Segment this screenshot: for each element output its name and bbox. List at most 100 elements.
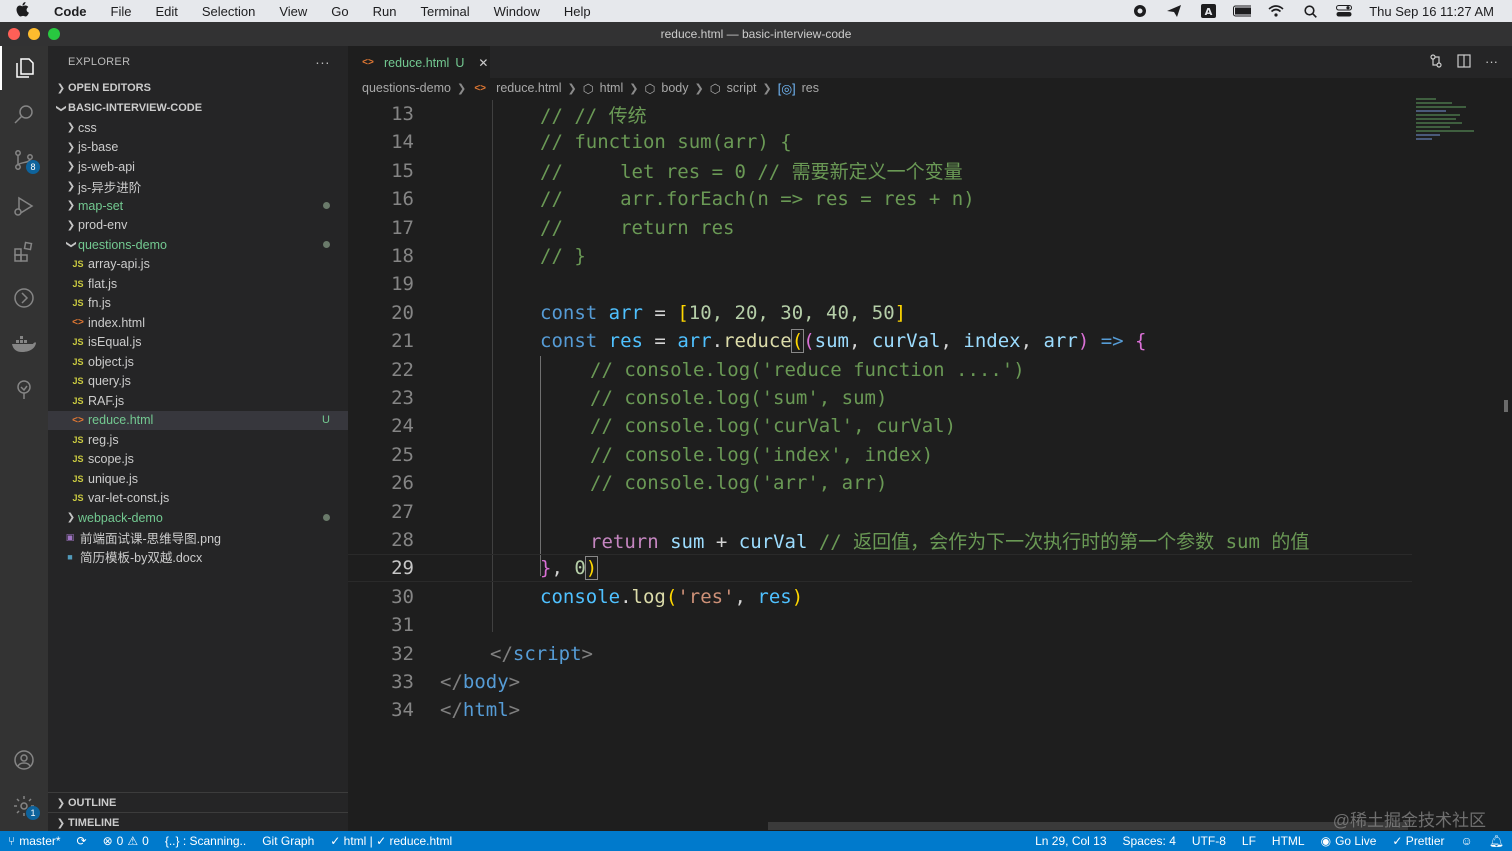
menu-window[interactable]: Window xyxy=(482,4,552,19)
run-debug-activity-icon[interactable] xyxy=(0,184,48,228)
folder-item[interactable]: ❯ map-set xyxy=(48,196,348,216)
accounts-activity-icon[interactable] xyxy=(0,738,48,782)
wifi-icon[interactable] xyxy=(1267,4,1285,18)
menu-view[interactable]: View xyxy=(267,4,319,19)
menu-clock[interactable]: Thu Sep 16 11:27 AM xyxy=(1369,4,1494,19)
code-token: ] xyxy=(894,301,907,324)
html-validation-status[interactable]: ✓ html | ✓ reduce.html xyxy=(322,834,460,848)
file-item[interactable]: JS array-api.js xyxy=(48,255,348,275)
sync-icon[interactable]: ⟳ xyxy=(69,834,95,848)
file-label: unique.js xyxy=(88,471,139,486)
file-item[interactable]: JS isEqual.js xyxy=(48,333,348,353)
encoding-status[interactable]: UTF-8 xyxy=(1184,834,1234,848)
scrollbar-thumb[interactable] xyxy=(1504,400,1508,412)
git-graph-button[interactable]: Git Graph xyxy=(254,834,322,848)
control-center-icon[interactable] xyxy=(1335,4,1353,18)
word-document-icon: ■ xyxy=(67,551,73,562)
indentation-status[interactable]: Spaces: 4 xyxy=(1115,834,1184,848)
breadcrumb-item[interactable]: script xyxy=(727,81,757,95)
minimap[interactable] xyxy=(1416,98,1478,162)
explorer-more-actions-icon[interactable]: ··· xyxy=(315,54,330,70)
file-item[interactable]: <> index.html xyxy=(48,313,348,333)
go-live-button[interactable]: ◉ Go Live xyxy=(1313,834,1385,848)
more-actions-icon[interactable]: ··· xyxy=(1485,54,1498,71)
timeline-section[interactable]: ❯ TIMELINE xyxy=(48,812,348,833)
menu-selection[interactable]: Selection xyxy=(190,4,267,19)
file-item[interactable]: JS scope.js xyxy=(48,450,348,470)
file-item[interactable]: JS RAF.js xyxy=(48,391,348,411)
code-text: // } xyxy=(540,245,586,267)
file-item[interactable]: JS var-let-const.js xyxy=(48,489,348,509)
folder-item[interactable]: ❯ prod-env xyxy=(48,216,348,236)
tab-reduce-html[interactable]: <> reduce.html U ✕ xyxy=(348,46,490,78)
outline-section[interactable]: ❯ OUTLINE xyxy=(48,792,348,813)
folder-item[interactable]: ❯ webpack-demo xyxy=(48,508,348,528)
file-item[interactable]: JS query.js xyxy=(48,372,348,392)
zoom-window-button[interactable] xyxy=(48,28,60,40)
feedback-icon[interactable]: ☺ xyxy=(1453,834,1481,848)
eol-status[interactable]: LF xyxy=(1234,834,1264,848)
scanning-status[interactable]: {..} : Scanning.. xyxy=(157,834,254,848)
vertical-scrollbar[interactable] xyxy=(1498,100,1512,800)
folder-item-open[interactable]: ❯ questions-demo xyxy=(48,235,348,255)
file-item[interactable]: JS flat.js xyxy=(48,274,348,294)
menu-app-name[interactable]: Code xyxy=(44,4,99,19)
menu-go[interactable]: Go xyxy=(319,4,360,19)
record-icon[interactable] xyxy=(1131,4,1149,18)
line-number: 17 xyxy=(391,216,414,239)
explorer-activity-icon[interactable] xyxy=(0,46,48,90)
file-item[interactable]: ■ 简历模板-by双越.docx xyxy=(48,547,348,567)
docker-activity-icon[interactable] xyxy=(0,322,48,366)
extensions-activity-icon[interactable] xyxy=(0,230,48,274)
horizontal-scrollbar[interactable] xyxy=(768,822,1408,830)
split-editor-icon[interactable] xyxy=(1457,54,1471,71)
folder-item[interactable]: ❯ js-异步进阶 xyxy=(48,177,348,197)
file-item[interactable]: JS unique.js xyxy=(48,469,348,489)
input-source-icon[interactable]: A xyxy=(1199,4,1217,18)
chevron-right-icon: ❯ xyxy=(66,219,76,231)
breadcrumb-item[interactable]: questions-demo xyxy=(362,81,451,95)
notifications-bell-icon[interactable]: 🔔︎ xyxy=(1481,834,1512,848)
minimize-window-button[interactable] xyxy=(28,28,40,40)
battery-icon[interactable] xyxy=(1233,4,1252,18)
menu-terminal[interactable]: Terminal xyxy=(409,4,482,19)
search-activity-icon[interactable] xyxy=(0,92,48,136)
problems-status[interactable]: ⊗ 0 ⚠ 0 xyxy=(95,834,157,848)
spotlight-search-icon[interactable] xyxy=(1301,4,1319,18)
breadcrumb-item[interactable]: body xyxy=(661,81,688,95)
line-number: 34 xyxy=(391,699,414,722)
timeline-activity-icon[interactable] xyxy=(0,276,48,320)
language-mode[interactable]: HTML xyxy=(1264,834,1313,848)
source-control-activity-icon[interactable]: 8 xyxy=(0,138,48,182)
open-editors-section[interactable]: ❯ OPEN EDITORS xyxy=(48,78,348,98)
window-controls xyxy=(8,28,60,40)
breadcrumb-item[interactable]: html xyxy=(600,81,624,95)
file-item-selected[interactable]: <> reduce.html U xyxy=(48,410,348,430)
chevron-right-icon: ❯ xyxy=(56,817,66,829)
file-item[interactable]: JS reg.js xyxy=(48,430,348,450)
code-text: // function sum(arr) { xyxy=(540,131,792,154)
close-window-button[interactable] xyxy=(8,28,20,40)
open-changes-icon[interactable] xyxy=(1429,54,1443,71)
apple-menu-icon[interactable] xyxy=(0,2,44,20)
menu-file[interactable]: File xyxy=(99,4,144,19)
close-tab-icon[interactable]: ✕ xyxy=(478,56,488,70)
folder-item[interactable]: ❯ js-web-api xyxy=(48,157,348,177)
send-icon[interactable] xyxy=(1165,4,1183,18)
folder-item[interactable]: ❯ js-base xyxy=(48,138,348,158)
breadcrumb-item[interactable]: reduce.html xyxy=(496,81,561,95)
cursor-position[interactable]: Ln 29, Col 13 xyxy=(1027,834,1114,848)
menu-run[interactable]: Run xyxy=(361,4,409,19)
file-item[interactable]: JS object.js xyxy=(48,352,348,372)
menu-edit[interactable]: Edit xyxy=(143,4,189,19)
folder-item[interactable]: ❯ css xyxy=(48,118,348,138)
menu-help[interactable]: Help xyxy=(552,4,603,19)
project-root-section[interactable]: ❯ BASIC-INTERVIEW-CODE xyxy=(48,98,348,118)
breadcrumb-item[interactable]: res xyxy=(802,81,819,95)
git-branch-status[interactable]: ⑂ master* xyxy=(0,834,69,848)
file-item[interactable]: ▣ 前端面试课-思维导图.png xyxy=(48,528,348,548)
prettier-status[interactable]: ✓ Prettier xyxy=(1384,834,1452,848)
tree-view-activity-icon[interactable] xyxy=(0,368,48,412)
manage-settings-icon[interactable]: 1 xyxy=(0,784,48,828)
file-item[interactable]: JS fn.js xyxy=(48,294,348,314)
